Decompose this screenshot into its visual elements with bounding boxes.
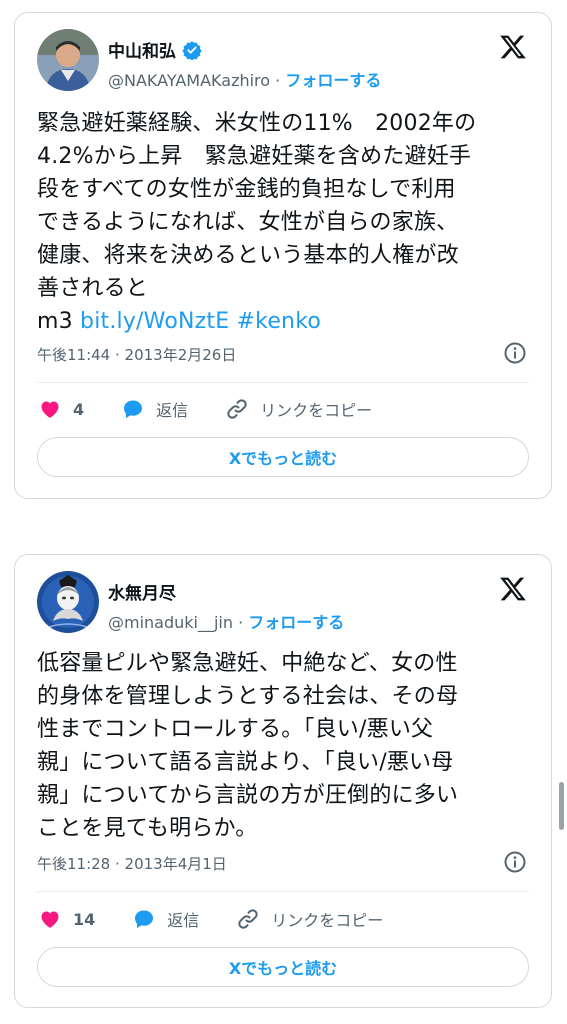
info-icon[interactable] <box>503 850 527 874</box>
follow-button[interactable]: フォローする <box>248 613 344 632</box>
reply-label: 返信 <box>156 401 189 420</box>
verified-badge-icon <box>182 40 202 60</box>
copy-link-label: リンクをコピー <box>260 401 373 420</box>
read-more-button[interactable]: Xでもっと読む <box>37 947 529 987</box>
tweet-meta: 午後11:28 · 2013年4月1日 <box>37 850 531 874</box>
avatar[interactable] <box>37 571 99 633</box>
like-count: 4 <box>73 399 85 419</box>
divider <box>37 382 529 383</box>
author-name[interactable]: 中山和弘 <box>108 37 176 62</box>
link-icon <box>227 399 247 419</box>
timestamp[interactable]: 午後11:44 · 2013年2月26日 <box>37 346 236 364</box>
reply-bubble-icon <box>124 400 143 418</box>
tweet-actions: 14 返信 リンクをコピー <box>37 905 531 933</box>
hashtag-link[interactable]: #kenko <box>237 309 321 334</box>
separator-dot: · <box>238 613 249 632</box>
author-handle[interactable]: @NAKAYAMAKazhiro <box>108 71 270 90</box>
heart-icon <box>41 401 59 418</box>
reply-bubble-icon <box>135 910 154 928</box>
link-icon <box>238 909 258 929</box>
tweet-actions: 4 返信 リンクをコピー <box>37 395 531 423</box>
reply-label: 返信 <box>167 911 200 930</box>
tweet-meta: 午後11:44 · 2013年2月26日 <box>37 341 531 365</box>
handle-row: @NAKAYAMAKazhiro · フォローする <box>108 67 381 91</box>
reply-button[interactable]: 返信 <box>131 907 199 931</box>
copy-link-label: リンクをコピー <box>271 911 384 930</box>
like-count: 14 <box>73 909 96 929</box>
tweet-text: 低容量ピルや緊急避妊、中絶など、女の性 的身体を管理しようとする社会は、その母 … <box>37 651 459 841</box>
x-logo-icon[interactable] <box>499 575 527 603</box>
avatar[interactable] <box>37 29 99 91</box>
tweet-link[interactable]: bit.ly/WoNztE <box>80 309 229 334</box>
timestamp[interactable]: 午後11:28 · 2013年4月1日 <box>37 855 227 873</box>
like-button[interactable]: 14 <box>37 907 95 931</box>
copy-link-button[interactable]: リンクをコピー <box>235 907 383 931</box>
separator-dot: · <box>275 71 286 90</box>
tweet-source-prefix: m3 <box>37 309 81 334</box>
follow-button[interactable]: フォローする <box>285 71 381 90</box>
read-more-button[interactable]: Xでもっと読む <box>37 437 529 477</box>
author-handle[interactable]: @minaduki__jin <box>108 613 233 632</box>
copy-link-button[interactable]: リンクをコピー <box>224 397 372 421</box>
like-button[interactable]: 4 <box>37 397 84 421</box>
handle-row: @minaduki__jin · フォローする <box>108 609 344 633</box>
x-logo-icon[interactable] <box>499 33 527 61</box>
reply-button[interactable]: 返信 <box>120 397 188 421</box>
divider <box>37 891 529 892</box>
author-name[interactable]: 水無月尽 <box>108 579 176 604</box>
heart-icon <box>41 911 59 928</box>
scrollbar[interactable] <box>559 782 564 830</box>
tweet-header: 水無月尽 @minaduki__jin · フォローする <box>37 571 531 635</box>
tweet-header: 中山和弘 @NAKAYAMAKazhiro · フォローする <box>37 29 531 93</box>
tweet-card: 水無月尽 @minaduki__jin · フォローする 低容量ピルや緊急避妊、… <box>14 554 552 1008</box>
tweet-card: 中山和弘 @NAKAYAMAKazhiro · フォローする 緊急避妊薬経験、米… <box>14 12 552 499</box>
tweet-text: 緊急避妊薬経験、米女性の11% 2002年の 4.2%から上昇 緊急避妊薬を含め… <box>37 107 535 338</box>
tweet-body: 緊急避妊薬経験、米女性の11% 2002年の 4.2%から上昇 緊急避妊薬を含め… <box>37 111 477 301</box>
info-icon[interactable] <box>503 341 527 365</box>
